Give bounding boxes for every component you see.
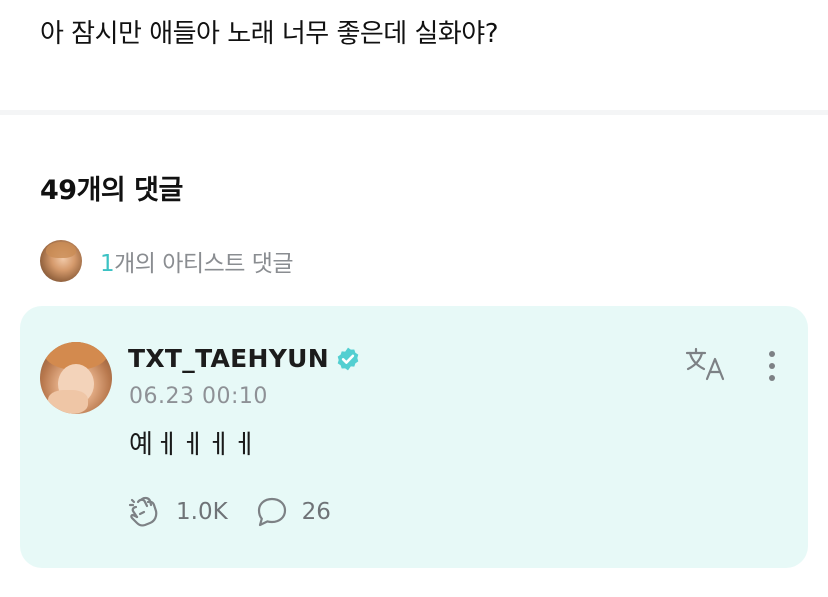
like-count: 1.0K bbox=[176, 499, 228, 525]
artist-comment-summary[interactable]: 1개의 아티스트 댓글 bbox=[40, 240, 294, 282]
more-vertical-icon[interactable] bbox=[760, 348, 784, 384]
artist-comment-card: TXT_TAEHYUN 06.23 00:10 예ㅔㅔㅔㅔ 1.0K 26 bbox=[20, 306, 808, 568]
cheer-hand-icon bbox=[128, 496, 158, 527]
artist-comment-summary-label: 개의 아티스트 댓글 bbox=[114, 251, 294, 277]
speech-bubble-icon bbox=[257, 497, 286, 527]
artist-comment-summary-text: 1개의 아티스트 댓글 bbox=[100, 244, 294, 278]
verified-check-icon bbox=[337, 347, 359, 370]
post-text: 아 잠시만 애들아 노래 너무 좋은데 실화야? bbox=[40, 19, 499, 49]
reply-button[interactable]: 26 bbox=[254, 494, 331, 530]
section-divider bbox=[0, 110, 828, 115]
comment-timestamp: 06.23 00:10 bbox=[129, 384, 268, 409]
comment-body: 예ㅔㅔㅔㅔ bbox=[129, 430, 259, 460]
avatar[interactable] bbox=[40, 342, 112, 414]
username[interactable]: TXT_TAEHYUN bbox=[128, 344, 329, 373]
artist-comment-count: 1 bbox=[100, 251, 115, 277]
translate-icon[interactable] bbox=[684, 346, 728, 382]
reply-count: 26 bbox=[301, 499, 331, 525]
username-row: TXT_TAEHYUN bbox=[128, 344, 361, 373]
like-button[interactable]: 1.0K bbox=[128, 494, 228, 530]
comment-actions: 1.0K 26 bbox=[128, 494, 331, 530]
comment-count-heading: 49개의 댓글 bbox=[40, 175, 183, 206]
artist-mini-avatar bbox=[40, 240, 82, 282]
